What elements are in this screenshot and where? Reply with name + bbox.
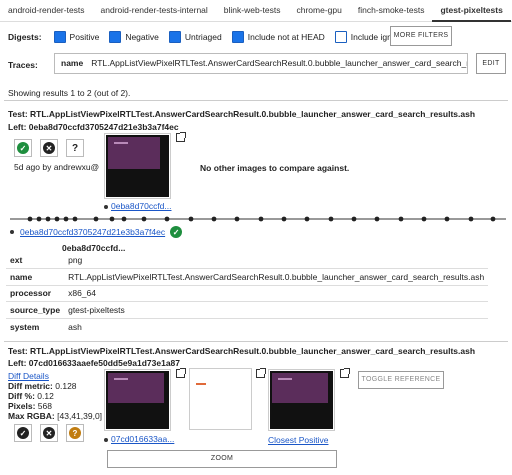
trace-dots-chart[interactable] [8,212,508,226]
diff-metric-value: 0.128 [55,381,77,391]
param-key: system [6,317,65,335]
question-icon: ? [71,142,79,154]
open-closest-image-icon[interactable] [340,368,350,378]
triage-history: 5d ago by andrewxu@ [14,162,100,172]
trace-value: RTL.AppListViewPixelRTLTest.AnswerCardSe… [91,58,468,68]
more-filters-button[interactable]: MORE FILTERS [390,26,452,46]
pixels-value: 568 [37,401,52,411]
param-value[interactable]: RTL.AppListViewPixelRTLTest.AnswerCardSe… [64,268,489,285]
triage-positive-button[interactable]: ✓ [14,424,32,442]
filter-negative[interactable]: Negative [109,31,159,43]
corpus-tabs: android-render-tests android-render-test… [0,0,512,22]
diff-pct-value: 0.12 [37,391,54,401]
diff-pct-label: Diff %: [8,391,35,401]
trace-digest-link[interactable]: 0eba8d70ccfd3705247d21e3b3a7f4ec [20,227,165,237]
closest-positive-thumbnail[interactable] [268,369,335,431]
result-test-name: Test: RTL.AppListViewPixelRTLTest.Answer… [8,346,476,356]
result-left-digest: Left: 0eba8d70ccfd3705247d21e3b3a7f4ec [8,122,179,132]
param-key: source_type [6,301,65,318]
param-key: name [6,268,65,285]
tab-gtest-pixeltests[interactable]: gtest-pixeltests [432,0,511,22]
left-image-thumbnail[interactable] [104,369,171,431]
table-row: source_type gtest-pixeltests [6,301,489,318]
diff-details-link[interactable]: Diff Details [8,371,49,381]
left-image-thumbnail[interactable] [104,133,171,199]
params-table: ext png name RTL.AppListViewPixelRTLTest.A… [6,252,489,335]
left-digest-link-row: 07cd016633aa... [104,434,174,444]
pixels-label: Pixels: [8,401,36,411]
triage-positive-button[interactable]: ✓ [14,139,32,157]
table-row: name RTL.AppListViewPixelRTLTest.AnswerCa… [6,268,489,285]
open-left-image-icon[interactable] [176,368,186,378]
filter-not-at-head-label: Include not at HEAD [247,32,325,42]
traces-label: Traces: [8,60,38,70]
check-icon: ✓ [17,427,29,439]
checkbox-negative[interactable] [109,31,122,43]
open-image-icon[interactable] [176,132,186,142]
result-test-name: Test: RTL.AppListViewPixelRTLTest.Answer… [8,109,476,119]
digest-filters: Digests: Positive Negative Untriaged Inc… [8,28,419,46]
filter-untriaged-label: Untriaged [184,32,222,42]
left-digest-link[interactable]: 07cd016633aa... [111,434,174,444]
filter-positive-label: Positive [69,32,100,42]
check-icon: ✓ [17,142,29,154]
question-icon: ? [69,427,81,439]
table-row: ext png [6,252,488,269]
max-rgba-value: [43,41,39,0] [57,411,103,421]
digests-label: Digests: [8,32,42,42]
close-icon: ✕ [43,427,55,439]
results-count: Showing results 1 to 2 (out of 2). [8,88,131,98]
result-left-digest: Left: 07cd016633aaefe50dd5e9a1d73e1a87 [8,358,181,368]
tab-android-render-tests-internal[interactable]: android-render-tests-internal [93,0,216,22]
diff-stats: Diff Details Diff metric: 0.128 Diff %: … [8,371,102,421]
diff-image[interactable] [189,368,252,430]
triage-buttons: ✓ ✕ ? [14,139,84,157]
table-row: processor x86_64 [6,284,489,302]
diff-metric-label: Diff metric: [8,381,53,391]
tab-blink-web-tests[interactable]: blink-web-tests [216,0,289,22]
param-value[interactable]: png [64,252,488,269]
trace-digest-row: 0eba8d70ccfd3705247d21e3b3a7f4ec ✓ [10,226,183,238]
filter-negative-label: Negative [125,32,159,42]
tab-android-render-tests[interactable]: android-render-tests [0,0,93,22]
param-value[interactable]: ash [64,317,489,335]
checkbox-ignored[interactable] [334,31,347,43]
max-rgba-label: Max RGBA: [8,411,55,421]
trace-filter-display: name RTL.AppListViewPixelRTLTest.AnswerCa… [54,53,468,74]
param-key: processor [6,284,65,302]
left-digest-link[interactable]: 0eba8d70ccfd... [111,201,172,211]
triage-negative-button[interactable]: ✕ [40,424,58,442]
triage-negative-button[interactable]: ✕ [40,139,58,157]
param-key: ext [10,255,23,265]
closest-positive-link[interactable]: Closest Positive [268,435,328,445]
triage-buttons: ✓ ✕ ? [14,424,84,442]
tab-chrome-gpu[interactable]: chrome-gpu [288,0,349,22]
edit-traces-button[interactable]: EDIT [476,53,506,74]
tab-finch-smoke-tests[interactable]: finch-smoke-tests [350,0,433,22]
checkbox-untriaged[interactable] [168,31,181,43]
param-value[interactable]: x86_64 [64,284,489,302]
close-icon: ✕ [43,142,55,154]
checkbox-positive[interactable] [53,31,66,43]
checkbox-not-at-head[interactable] [231,31,244,43]
trace-key: name [61,58,84,68]
no-other-images: No other images to compare against. [200,163,350,173]
open-diff-image-icon[interactable] [256,368,266,378]
triage-untriaged-button[interactable]: ? [66,424,84,442]
filter-not-at-head[interactable]: Include not at HEAD [231,31,325,43]
traces-row: Traces: [8,57,50,73]
positive-status-icon: ✓ [170,226,183,238]
table-row: system ash [6,317,489,335]
zoom-button[interactable]: ZOOM [107,450,337,468]
left-digest-link-row: 0eba8d70ccfd... [104,201,172,211]
filter-positive[interactable]: Positive [53,31,100,43]
toggle-reference-button[interactable]: TOGGLE REFERENCE [358,371,444,389]
param-value[interactable]: gtest-pixeltests [64,301,489,318]
triage-untriaged-button[interactable]: ? [66,139,84,157]
filter-untriaged[interactable]: Untriaged [168,31,222,43]
